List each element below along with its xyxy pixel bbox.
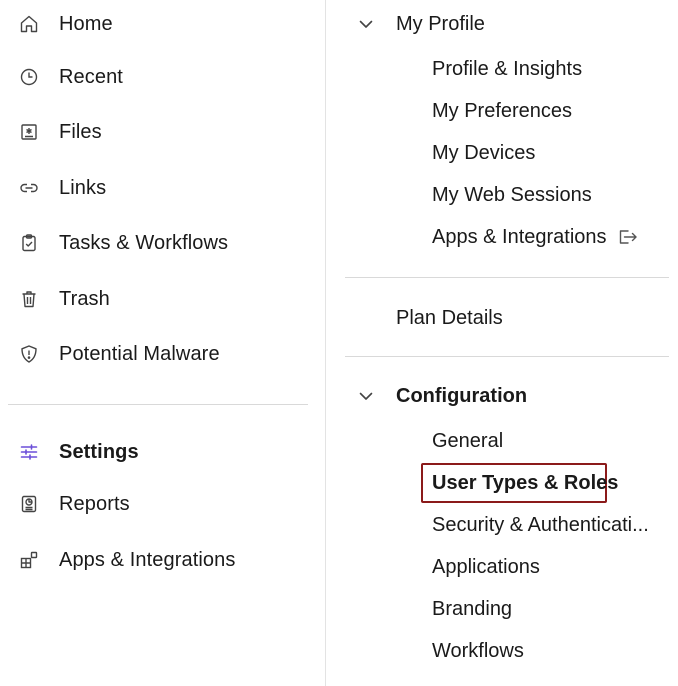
- menu-item-label: Apps & Integrations: [432, 225, 607, 248]
- menu-item-workflows[interactable]: Workflows: [432, 635, 524, 667]
- menu-item-label: Plan Details: [396, 306, 503, 329]
- menu-item-branding[interactable]: Branding: [432, 593, 512, 625]
- sidebar-item-label: Reports: [59, 492, 130, 515]
- external-link-icon: [617, 227, 639, 247]
- home-icon: [19, 14, 39, 34]
- menu-item-label: General: [432, 429, 504, 452]
- menu-item-profile-insights[interactable]: Profile & Insights: [432, 53, 582, 85]
- sliders-icon: [19, 442, 39, 462]
- sidebar-item-tasks-workflows[interactable]: Tasks & Workflows: [0, 223, 326, 263]
- trash-icon: [19, 289, 39, 309]
- menu-item-my-web-sessions[interactable]: My Web Sessions: [432, 179, 592, 211]
- files-icon: [19, 122, 39, 142]
- section-configuration[interactable]: Configuration: [327, 378, 678, 414]
- menu-item-plan-details[interactable]: Plan Details: [396, 302, 503, 334]
- menu-item-user-types-roles[interactable]: User Types & Roles: [432, 467, 618, 499]
- shield-alert-icon: [19, 344, 39, 364]
- main-sidebar: Home Recent Files Links Tasks & Workflow…: [0, 0, 326, 686]
- menu-divider: [345, 277, 669, 278]
- sidebar-item-label: Recent: [59, 65, 123, 88]
- link-icon: [19, 178, 39, 198]
- sidebar-item-reports[interactable]: Reports: [0, 484, 326, 524]
- menu-item-apps-integrations[interactable]: Apps & Integrations: [432, 221, 639, 253]
- sidebar-item-label: Apps & Integrations: [59, 548, 236, 571]
- settings-menu: My Profile Profile & Insights My Prefere…: [327, 0, 678, 686]
- menu-item-label: User Types & Roles: [432, 471, 619, 494]
- menu-item-label: Applications: [432, 555, 540, 578]
- menu-item-security-authentication[interactable]: Security & Authenticati...: [432, 509, 649, 541]
- sidebar-item-label: Settings: [59, 440, 139, 463]
- menu-item-my-devices[interactable]: My Devices: [432, 137, 535, 169]
- sidebar-item-home[interactable]: Home: [0, 4, 326, 44]
- sidebar-item-recent[interactable]: Recent: [0, 57, 326, 97]
- sidebar-item-links[interactable]: Links: [0, 168, 326, 208]
- menu-item-label: Branding: [432, 597, 513, 620]
- sidebar-item-apps-integrations[interactable]: Apps & Integrations: [0, 540, 326, 580]
- menu-item-label: My Preferences: [432, 99, 573, 122]
- sidebar-item-label: Trash: [59, 287, 110, 310]
- section-my-profile-label: My Profile: [396, 12, 485, 35]
- menu-item-general[interactable]: General: [432, 425, 503, 457]
- chevron-down-icon: [359, 392, 373, 400]
- sidebar-divider: [8, 404, 308, 405]
- sidebar-item-trash[interactable]: Trash: [0, 279, 326, 319]
- sidebar-item-label: Links: [59, 176, 107, 199]
- sidebar-item-label: Home: [59, 12, 113, 35]
- sidebar-item-label: Potential Malware: [59, 342, 220, 365]
- menu-item-label: Profile & Insights: [432, 57, 583, 80]
- menu-divider: [345, 356, 669, 357]
- menu-item-label: My Web Sessions: [432, 183, 592, 206]
- clipboard-check-icon: [19, 233, 39, 253]
- sidebar-item-settings[interactable]: Settings: [0, 432, 326, 472]
- apps-grid-icon: [19, 550, 39, 570]
- menu-item-my-preferences[interactable]: My Preferences: [432, 95, 572, 127]
- clock-icon: [19, 67, 39, 87]
- sidebar-item-potential-malware[interactable]: Potential Malware: [0, 334, 326, 374]
- sidebar-item-label: Files: [59, 120, 102, 143]
- section-my-profile[interactable]: My Profile: [327, 6, 678, 42]
- menu-item-applications[interactable]: Applications: [432, 551, 540, 583]
- chevron-down-icon: [359, 20, 373, 28]
- menu-item-label: My Devices: [432, 141, 536, 164]
- menu-item-label: Security & Authenticati...: [432, 513, 649, 536]
- sidebar-item-files[interactable]: Files: [0, 112, 326, 152]
- sidebar-item-label: Tasks & Workflows: [59, 231, 229, 254]
- report-icon: [19, 494, 39, 514]
- section-configuration-label: Configuration: [396, 384, 528, 407]
- menu-item-label: Workflows: [432, 639, 524, 662]
